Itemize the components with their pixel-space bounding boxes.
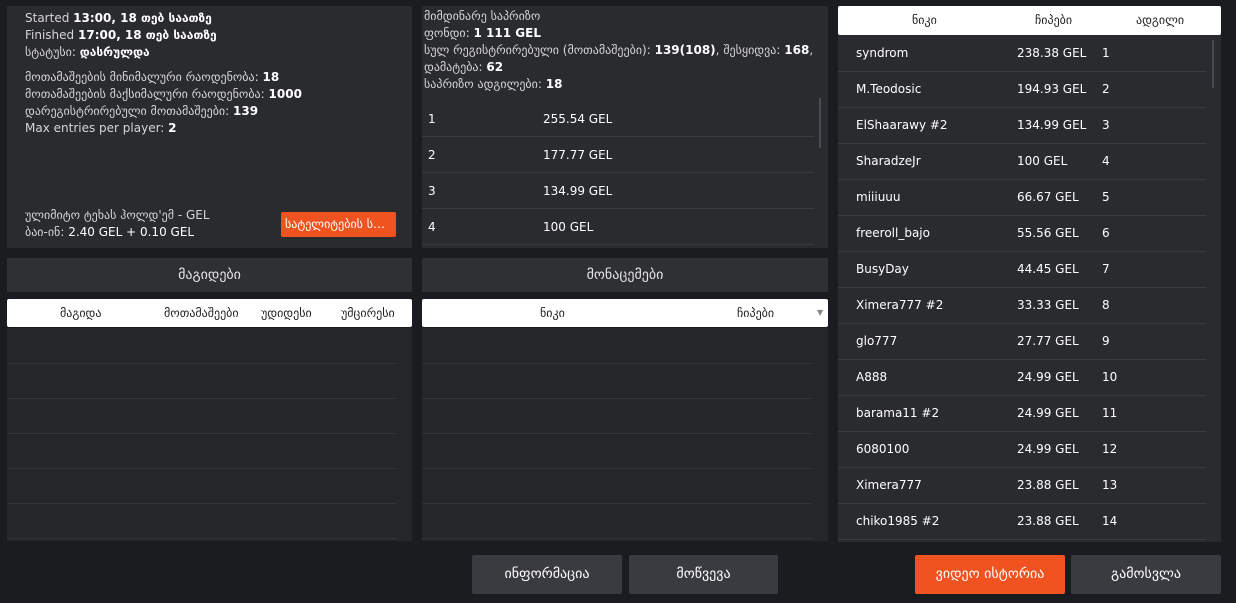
min-players-row: მოთამაშეების მინიმალური რაოდენობა: 18 xyxy=(25,70,280,84)
players-list: syndrom 238.38 GEL 1 M.Teodosic 194.93 GEL 2… xyxy=(838,36,1206,540)
players-panel: ნიკი ჩიპები ადგილი syndrom 238.38 GEL 1 M.… xyxy=(838,6,1221,542)
video-history-button[interactable]: ვიდეო ისტორია xyxy=(915,555,1065,594)
max-entries-row: Max entries per player: 2 xyxy=(25,121,177,135)
satellite-structure-button[interactable]: სატელიტების სტრ... xyxy=(281,212,396,237)
col-place[interactable]: ადგილი xyxy=(1136,13,1184,27)
table-row[interactable]: BusyDay 44.45 GEL 7 xyxy=(838,252,1206,288)
status-row: სტატუსი: დასრულდა xyxy=(25,45,150,59)
game-type: ულიმიტო ტეხას ჰოლდ'ემ - GEL xyxy=(25,208,210,222)
observers-column-header: ნიკი ჩიპები ▼ xyxy=(422,299,828,327)
col-smallest[interactable]: უმცირესი xyxy=(341,306,395,320)
table-row[interactable]: SharadzeJr 100 GEL 4 xyxy=(838,144,1206,180)
col-chips[interactable]: ჩიპები xyxy=(737,306,774,320)
tables-section-title: მაგიდები xyxy=(7,258,412,292)
time-block: Started 13:00, 18 თებ საათზე Finished 17… xyxy=(25,10,217,61)
started-row: Started 13:00, 18 თებ საათზე xyxy=(25,11,212,25)
tournament-info-panel: Started 13:00, 18 თებ საათზე Finished 17… xyxy=(7,6,412,248)
players-scrollbar[interactable] xyxy=(1212,40,1214,88)
started-value: 13:00, 18 თებ საათზე xyxy=(73,11,212,25)
col-nick[interactable]: ნიკი xyxy=(540,306,565,320)
status-value: დასრულდა xyxy=(79,45,150,59)
registered-row: დარეგისტრირებული მოთამაშეები: 139 xyxy=(25,104,259,118)
tables-column-header: მაგიდა მოთამაშეები უდიდესი უმცირესი xyxy=(7,299,412,327)
prize-title: მიმდინარე საპრიზო xyxy=(424,9,541,23)
col-nick[interactable]: ნიკი xyxy=(912,13,937,27)
observers-section-title: მონაცემები xyxy=(422,258,828,292)
list-item: 3 134.99 GEL xyxy=(422,173,814,209)
buyin-row: ბაი-ინ: 2.40 GEL + 0.10 GEL xyxy=(25,225,195,239)
table-row[interactable]: glo777 27.77 GEL 9 xyxy=(838,324,1206,360)
table-row[interactable]: barama11 #2 24.99 GEL 11 xyxy=(838,396,1206,432)
max-players-row: მოთამაშეების მაქსიმალური რაოდენობა: 1000 xyxy=(25,87,302,101)
table-row[interactable]: miiiuuu 66.67 GEL 5 xyxy=(838,180,1206,216)
list-item: 4 100 GEL xyxy=(422,209,814,245)
game-block: ულიმიტო ტეხას ჰოლდ'ემ - GEL ბაი-ინ: 2.40… xyxy=(25,207,210,241)
finished-row: Finished 17:00, 18 თებ საათზე xyxy=(25,28,217,42)
sort-down-icon[interactable]: ▼ xyxy=(817,308,823,317)
tables-list xyxy=(7,328,412,541)
table-row[interactable]: freeroll_bajo 55.56 GEL 6 xyxy=(838,216,1206,252)
finished-value: 17:00, 18 თებ საათზე xyxy=(78,28,217,42)
invite-button[interactable]: მოწვევა xyxy=(629,555,778,594)
exit-button[interactable]: გამოსვლა xyxy=(1071,555,1221,594)
prize-scrollbar[interactable] xyxy=(819,98,821,148)
table-row[interactable]: Ximera777 #2 33.33 GEL 8 xyxy=(838,288,1206,324)
info-button[interactable]: ინფორმაცია xyxy=(472,555,622,594)
limits-block: მოთამაშეების მინიმალური რაოდენობა: 18 მო… xyxy=(25,69,302,137)
table-row[interactable]: 6080100 24.99 GEL 12 xyxy=(838,432,1206,468)
table-row[interactable]: syndrom 238.38 GEL 1 xyxy=(838,36,1206,72)
table-row[interactable]: Ximera777 23.88 GEL 13 xyxy=(838,468,1206,504)
prize-list: 1 255.54 GEL 2 177.77 GEL 3 134.99 GEL 4… xyxy=(422,101,814,245)
col-largest[interactable]: უდიდესი xyxy=(261,306,312,320)
col-chips[interactable]: ჩიპები xyxy=(1035,13,1072,27)
table-row[interactable]: chiko1985 #2 23.88 GEL 14 xyxy=(838,504,1206,540)
col-table[interactable]: მაგიდა xyxy=(60,306,101,320)
col-players[interactable]: მოთამაშეები xyxy=(164,306,239,320)
players-column-header: ნიკი ჩიპები ადგილი xyxy=(838,6,1221,35)
prize-panel: მიმდინარე საპრიზო ფონდი: 1 111 GEL სულ რ… xyxy=(422,6,828,248)
table-row[interactable]: M.Teodosic 194.93 GEL 2 xyxy=(838,72,1206,108)
observers-list xyxy=(422,328,828,541)
table-row[interactable]: A888 24.99 GEL 10 xyxy=(838,360,1206,396)
paid-places-row: საპრიზო ადგილები: 18 xyxy=(424,77,563,91)
addons-row: დამატება: 62 xyxy=(424,60,504,74)
prize-summary: მიმდინარე საპრიზო ფონდი: 1 111 GEL სულ რ… xyxy=(424,8,814,93)
total-registered-row: სულ რეგისტრირებული (მოთამაშეები): 139(10… xyxy=(424,43,814,57)
list-item: 2 177.77 GEL xyxy=(422,137,814,173)
fund-row: ფონდი: 1 111 GEL xyxy=(424,26,541,40)
table-row[interactable]: ElShaarawy #2 134.99 GEL 3 xyxy=(838,108,1206,144)
list-item: 1 255.54 GEL xyxy=(422,101,814,137)
